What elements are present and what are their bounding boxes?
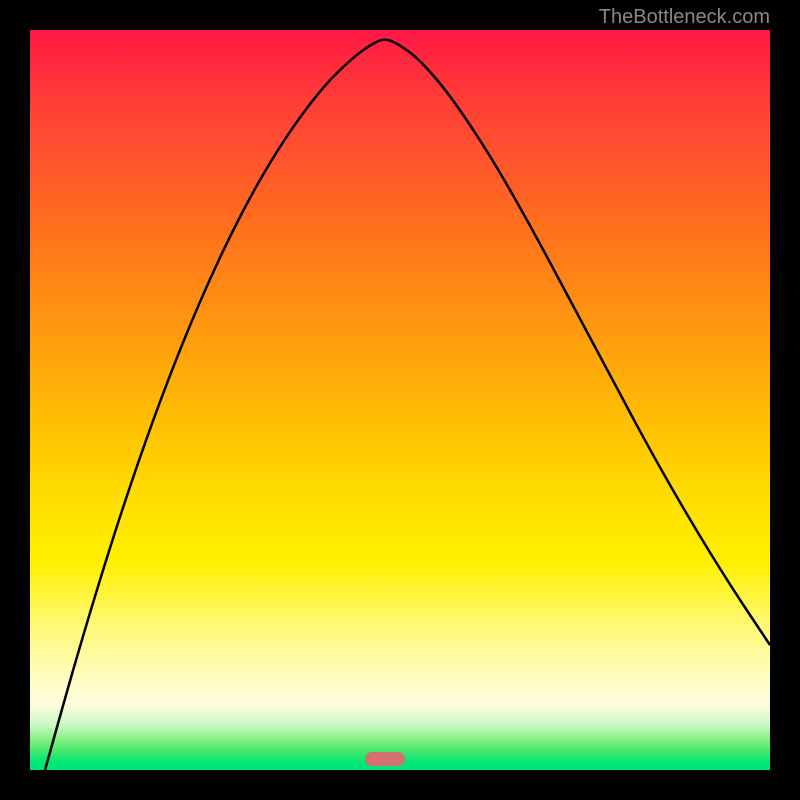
bottleneck-curve bbox=[45, 40, 770, 770]
curve-plot bbox=[30, 30, 770, 770]
minimum-marker bbox=[365, 752, 405, 766]
watermark-text: TheBottleneck.com bbox=[599, 6, 770, 29]
chart-area bbox=[30, 30, 770, 770]
